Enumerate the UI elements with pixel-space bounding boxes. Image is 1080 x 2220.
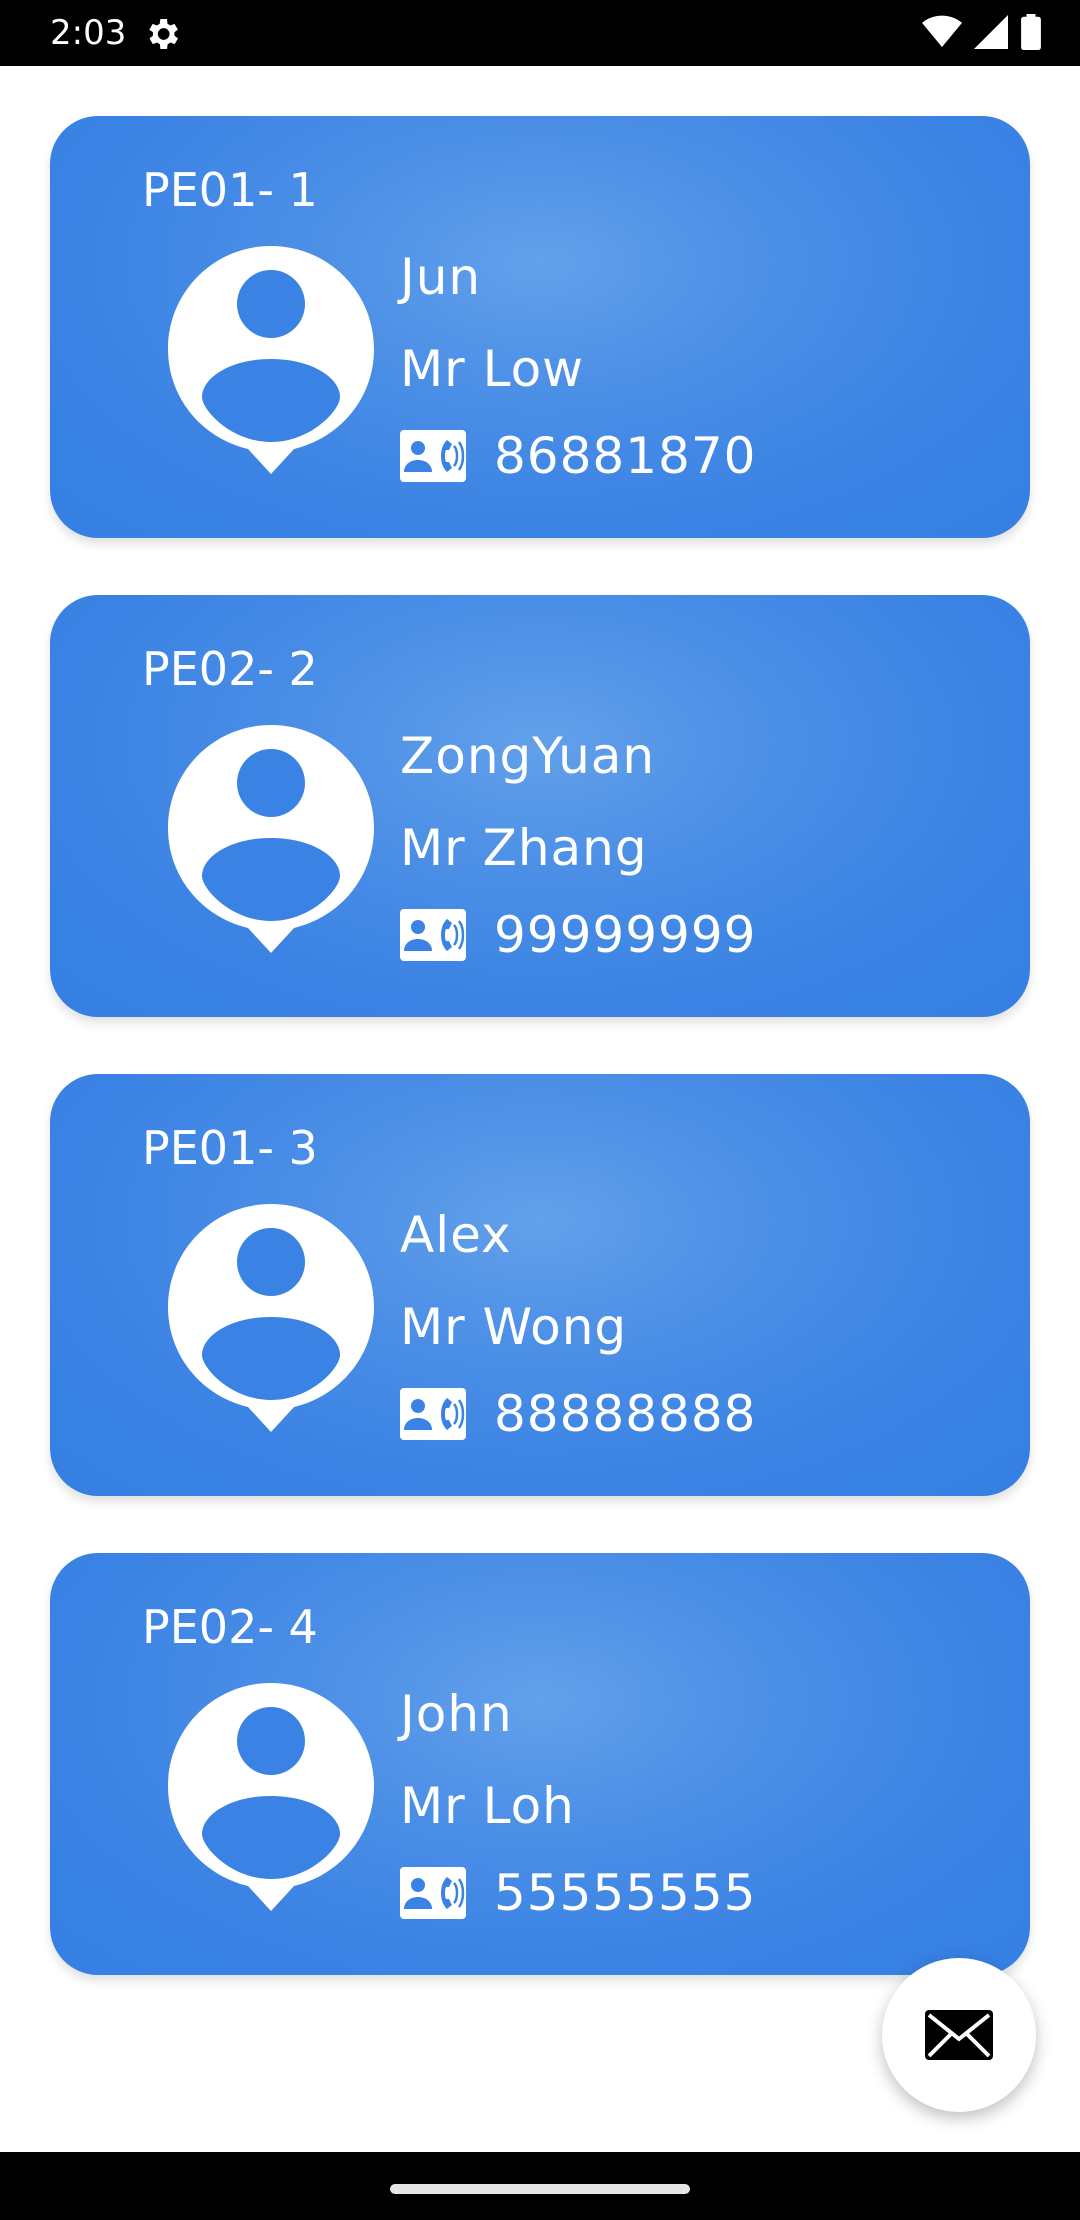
wifi-icon [922,15,962,47]
battery-icon [1021,14,1041,50]
contact-card-4[interactable]: PE02- 4 John Mr Loh 55555555 [50,1553,1030,1975]
card-phone-row[interactable]: 55555555 [400,1861,757,1925]
card-name: ZongYuan [400,727,656,785]
contact-phone-icon [400,1388,466,1440]
card-name: John [400,1685,513,1743]
card-phone-row[interactable]: 86881870 [400,424,757,488]
card-phone-number: 99999999 [494,906,757,964]
card-contact-person: Mr Loh [400,1777,575,1835]
person-pin-icon [168,725,374,953]
home-gesture-handle[interactable] [390,2184,690,2194]
card-phone-number: 88888888 [494,1385,757,1443]
person-pin-icon [168,1683,374,1911]
contact-card-3[interactable]: PE01- 3 Alex Mr Wong 88888888 [50,1074,1030,1496]
card-code: PE02- 2 [142,642,318,696]
contact-card-2[interactable]: PE02- 2 ZongYuan Mr Zhang 99999999 [50,595,1030,1017]
person-pin-icon [168,1204,374,1432]
card-contact-person: Mr Zhang [400,819,648,877]
card-code: PE02- 4 [142,1600,318,1654]
card-contact-person: Mr Wong [400,1298,628,1356]
mail-envelope-icon [925,2010,993,2060]
settings-gear-icon [149,19,178,49]
status-bar: 2:03 [0,0,1080,66]
contact-phone-icon [400,430,466,482]
card-phone-number: 55555555 [494,1864,757,1922]
send-message-fab[interactable] [882,1958,1036,2112]
card-phone-row[interactable]: 99999999 [400,903,757,967]
card-phone-number: 86881870 [494,427,757,485]
contact-phone-icon [400,909,466,961]
card-contact-person: Mr Low [400,340,585,398]
signal-icon [974,15,1008,49]
person-pin-icon [168,246,374,474]
contact-card-1[interactable]: PE01- 1 Jun Mr Low 86881870 [50,116,1030,538]
navigation-bar [0,2152,1080,2220]
contact-phone-icon [400,1867,466,1919]
card-code: PE01- 1 [142,163,318,217]
card-name: Jun [400,248,482,306]
card-code: PE01- 3 [142,1121,318,1175]
card-name: Alex [400,1206,512,1264]
card-phone-row[interactable]: 88888888 [400,1382,757,1446]
status-time: 2:03 [50,13,127,53]
